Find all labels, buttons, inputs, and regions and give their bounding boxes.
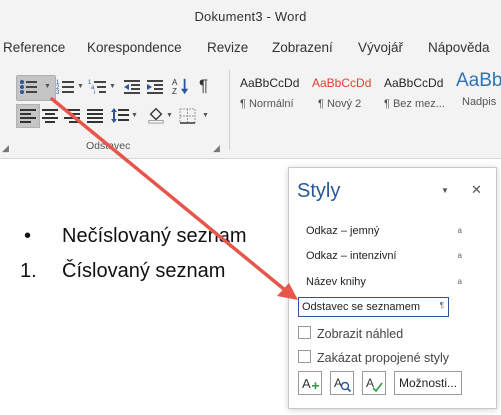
style-inspector-icon: A — [334, 376, 352, 393]
style-name: ¶ Normální — [240, 98, 294, 110]
style-item-label: Odstavec se seznamem — [302, 301, 420, 313]
options-button[interactable]: Možnosti... — [394, 371, 462, 395]
tab-reference[interactable]: Reference — [3, 40, 65, 55]
align-center-icon[interactable] — [41, 107, 61, 125]
style-sample: AaBbCcDd — [384, 76, 444, 90]
numbering-dropdown-icon[interactable]: ▼ — [77, 83, 84, 90]
style-tile-novy2[interactable]: AaBbCcDd ¶ Nový 2 — [312, 74, 371, 110]
numbered-list-icon[interactable]: 1 2 3 — [56, 78, 76, 96]
style-item-label: Odkaz – jemný — [306, 225, 380, 237]
paragraph-group-launcher-icon[interactable]: ◢ — [213, 143, 220, 154]
character-style-icon: a — [457, 277, 462, 286]
style-item-selected[interactable]: Odstavec se seznamem ¶ — [298, 297, 449, 317]
tab-korespondence[interactable]: Korespondence — [87, 40, 182, 55]
linked-styles-checkbox-row[interactable]: Zakázat propojené styly — [298, 350, 449, 365]
manage-styles-button[interactable]: A — [362, 371, 386, 395]
numbered-item[interactable]: 1. Číslovaný seznam — [20, 260, 225, 283]
paragraph-style-icon: ¶ — [439, 301, 444, 310]
style-name: ¶ Nový 2 — [318, 98, 362, 110]
borders-dropdown-icon[interactable]: ▼ — [202, 112, 209, 119]
bullet-text: Nečíslovaný seznam — [62, 225, 247, 247]
bullet-glyph: • — [24, 225, 32, 247]
svg-text:A: A — [334, 376, 342, 390]
style-item-label: Odkaz – intenzivní — [306, 250, 397, 262]
preview-checkbox-row[interactable]: Zobrazit náhled — [298, 326, 403, 341]
justify-icon[interactable] — [86, 107, 106, 125]
checkbox[interactable] — [298, 326, 311, 339]
shading-icon[interactable] — [146, 106, 166, 124]
multilevel-dropdown-icon[interactable]: ▼ — [109, 83, 116, 90]
style-item[interactable]: Odkaz – intenzivní a — [306, 250, 476, 262]
style-sample: AaBbCcDd — [240, 76, 300, 90]
style-inspector-button[interactable]: A — [330, 371, 354, 395]
svg-text:A: A — [366, 376, 374, 390]
number-glyph: 1. — [20, 260, 37, 282]
new-style-button[interactable]: A — [298, 371, 322, 395]
style-sample: AaBbCcDd — [312, 76, 372, 90]
increase-indent-icon[interactable] — [145, 78, 165, 96]
style-sample: AaBb — [456, 70, 501, 91]
manage-styles-icon: A — [366, 376, 383, 393]
bullets-dropdown-icon[interactable]: ▼ — [44, 83, 51, 90]
line-spacing-icon[interactable] — [110, 107, 130, 125]
align-right-icon[interactable] — [63, 107, 83, 125]
style-tile-bez-mezer[interactable]: AaBbCcDd ¶ Bez mez... — [384, 74, 445, 110]
decrease-indent-icon[interactable] — [122, 78, 142, 96]
svg-text:Z: Z — [172, 87, 177, 95]
character-style-icon: a — [457, 226, 462, 235]
svg-text:3: 3 — [56, 90, 60, 96]
svg-text:A: A — [172, 78, 178, 87]
tab-zobrazeni[interactable]: Zobrazení — [272, 40, 333, 55]
style-tile-nadpis[interactable]: AaBb Nadpis — [456, 70, 501, 108]
borders-icon[interactable] — [178, 107, 198, 125]
shading-dropdown-icon[interactable]: ▼ — [166, 112, 173, 119]
window-title: Dokument3 - Word — [194, 9, 307, 24]
checkbox-label: Zobrazit náhled — [317, 327, 404, 341]
style-item-label: Název knihy — [306, 276, 366, 288]
close-icon[interactable]: ✕ — [471, 182, 482, 198]
svg-text:A: A — [302, 376, 311, 391]
number-text: Číslovaný seznam — [62, 260, 226, 282]
font-group-launcher-icon[interactable]: ◢ — [2, 143, 9, 154]
tab-vyvojar[interactable]: Vývojář — [358, 40, 403, 55]
bullet-item[interactable]: • Nečíslovaný seznam — [24, 225, 247, 248]
pane-menu-dropdown-icon[interactable]: ▼ — [441, 186, 449, 195]
style-item[interactable]: Odkaz – jemný a — [306, 225, 476, 237]
align-left-icon — [20, 109, 36, 123]
sort-icon[interactable]: A Z — [171, 77, 191, 95]
title-bar: Dokument3 - Word — [0, 0, 501, 32]
svg-text:i: i — [94, 90, 95, 96]
tab-revize[interactable]: Revize — [207, 40, 248, 55]
paragraph-group-label: Odstavec — [86, 140, 131, 152]
character-style-icon: a — [457, 251, 462, 260]
line-spacing-dropdown-icon[interactable]: ▼ — [131, 112, 138, 119]
style-name: ¶ Bez mez... — [384, 98, 445, 110]
style-name: Nadpis — [462, 96, 497, 108]
tab-napoveda[interactable]: Nápověda — [428, 40, 490, 55]
bullet-list-icon — [20, 80, 37, 94]
group-separator — [229, 70, 230, 150]
ribbon-tabs: Reference Korespondence Revize Zobrazení… — [0, 32, 501, 62]
style-tile-normal[interactable]: AaBbCcDd ¶ Normální — [240, 74, 299, 110]
new-style-icon: A — [302, 376, 319, 391]
multilevel-list-icon[interactable]: 1 a i — [88, 78, 108, 96]
styles-pane-title: Styly — [297, 180, 341, 202]
pilcrow-icon[interactable]: ¶ — [199, 76, 208, 96]
checkbox[interactable] — [298, 350, 311, 363]
style-item[interactable]: Název knihy a — [306, 276, 476, 288]
checkbox-label: Zakázat propojené styly — [317, 351, 450, 365]
